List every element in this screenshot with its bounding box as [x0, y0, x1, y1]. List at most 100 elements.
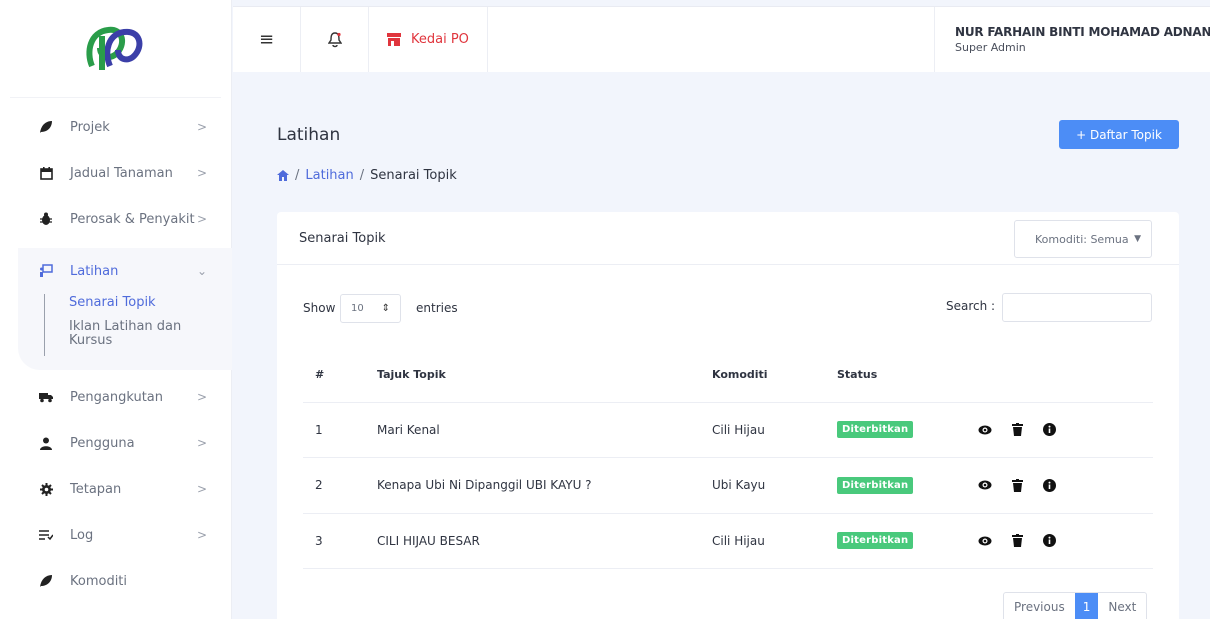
sidebar-item-perosak[interactable]: Perosak & Penyakit >: [0, 196, 232, 242]
sidebar-item-label: Komoditi: [70, 573, 128, 589]
eye-icon[interactable]: [978, 423, 992, 437]
home-icon[interactable]: [277, 170, 289, 181]
app-logo[interactable]: [82, 22, 150, 76]
row-komoditi: Ubi Kayu: [712, 457, 837, 514]
sidebar-item-label: Pengangkutan: [70, 389, 163, 405]
caret-down-icon: ▼: [1134, 234, 1141, 244]
truck-icon: [38, 389, 54, 405]
breadcrumb-separator: /: [295, 168, 300, 183]
chevron-down-icon: ⌄: [197, 264, 208, 278]
pagination-next[interactable]: Next: [1098, 593, 1146, 619]
sidebar-item-log[interactable]: Log >: [0, 512, 232, 558]
table-row: 3 CILI HIJAU BESAR Cili Hijau Diterbitka…: [303, 513, 1153, 569]
info-icon[interactable]: [1042, 423, 1056, 437]
trash-icon[interactable]: [1010, 423, 1024, 437]
topbar: ≡ Kedai PO NUR FARHAIN BINTI MOHAMAD ADN…: [233, 6, 1210, 72]
sidebar-item-jadual-tanaman[interactable]: Jadual Tanaman >: [0, 150, 232, 196]
info-icon[interactable]: [1042, 478, 1056, 492]
chevron-right-icon: >: [197, 166, 208, 180]
logo-container: [10, 0, 221, 98]
sidebar-sublist: Senarai Topik Iklan Latihan dan Kursus: [44, 294, 232, 356]
pagination: Previous 1 Next: [1003, 592, 1148, 619]
chevron-right-icon: >: [197, 390, 208, 404]
log-icon: [38, 527, 54, 543]
topic-table: # Tajuk Topik Komoditi Status 1 Mari Ken…: [303, 347, 1153, 569]
breadcrumb: / Latihan / Senarai Topik: [277, 168, 457, 183]
column-header-no[interactable]: #: [303, 347, 377, 403]
pagination-previous[interactable]: Previous: [1004, 593, 1075, 619]
bell-icon: [327, 31, 342, 47]
sidebar-item-label: Pengguna: [70, 435, 135, 451]
komoditi-filter-value: Komoditi: Semua: [1035, 232, 1129, 246]
sidebar-subitem-senarai-topik[interactable]: Senarai Topik: [69, 294, 232, 318]
sidebar-subitem-iklan-latihan[interactable]: Iklan Latihan dan Kursus: [69, 318, 189, 356]
sidebar-item-pengguna[interactable]: Pengguna >: [0, 420, 232, 466]
trash-icon[interactable]: [1010, 534, 1024, 548]
chevron-right-icon: >: [197, 212, 208, 226]
shop-label: Kedai PO: [411, 32, 469, 47]
row-title: Kenapa Ubi Ni Dipanggil UBI KAYU ?: [377, 457, 712, 514]
user-icon: [38, 435, 54, 451]
sort-updown-icon: ⇕: [381, 303, 390, 314]
eye-icon[interactable]: [978, 534, 992, 548]
search-label: Search :: [946, 299, 996, 313]
info-icon[interactable]: [1042, 534, 1056, 548]
row-title: Mari Kenal: [377, 402, 712, 458]
chevron-right-icon: >: [197, 528, 208, 542]
status-badge: Diterbitkan: [837, 532, 914, 550]
row-number: 3: [303, 513, 377, 569]
table-row: 1 Mari Kenal Cili Hijau Diterbitkan: [303, 402, 1153, 458]
menu-toggle-button[interactable]: ≡: [233, 7, 301, 72]
row-number: 1: [303, 402, 377, 458]
card-title: Senarai Topik: [299, 230, 386, 246]
breadcrumb-separator: /: [359, 168, 365, 183]
column-header-actions: [974, 347, 1153, 403]
card-header: Senarai Topik Komoditi: Semua ▼: [277, 212, 1179, 265]
notification-button[interactable]: [301, 7, 369, 72]
status-badge: Diterbitkan: [837, 421, 914, 439]
search-input[interactable]: [1002, 293, 1152, 322]
leaf-icon: [38, 573, 54, 589]
sidebar-item-label: Tetapan: [70, 481, 122, 497]
row-komoditi: Cili Hijau: [712, 513, 837, 569]
gear-icon: [38, 481, 54, 497]
row-actions: [974, 534, 1153, 548]
sidebar-item-label: Perosak & Penyakit: [70, 211, 195, 227]
sidebar-item-komoditi[interactable]: Komoditi: [0, 558, 232, 604]
add-topic-button[interactable]: + Daftar Topik: [1059, 120, 1179, 149]
page-size-value: 10: [351, 303, 364, 314]
komoditi-filter-select[interactable]: Komoditi: Semua ▼: [1014, 220, 1152, 258]
page-size-select[interactable]: 10 ⇕: [340, 294, 401, 323]
sidebar-item-label: Latihan: [70, 263, 119, 279]
user-name: NUR FARHAIN BINTI MOHAMAD ADNAN: [955, 25, 1210, 39]
presentation-icon: [38, 263, 54, 279]
breadcrumb-current: Senarai Topik: [370, 168, 457, 183]
column-header-status[interactable]: Status: [837, 347, 974, 403]
sidebar-item-label: Log: [70, 527, 94, 543]
leaf-icon: [38, 119, 54, 135]
shop-link[interactable]: Kedai PO: [369, 7, 488, 72]
sidebar-item-projek[interactable]: Projek >: [0, 104, 232, 150]
user-role: Super Admin: [955, 41, 1026, 54]
show-label: Show: [303, 301, 336, 315]
user-menu[interactable]: NUR FARHAIN BINTI MOHAMAD ADNAN Super Ad…: [934, 7, 1210, 72]
chevron-right-icon: >: [197, 436, 208, 450]
row-number: 2: [303, 457, 377, 514]
sidebar-item-latihan[interactable]: Latihan ⌄: [18, 248, 232, 294]
sidebar-item-pengangkutan[interactable]: Pengangkutan >: [0, 374, 232, 420]
sidebar-item-tetapan[interactable]: Tetapan >: [0, 466, 232, 512]
table-header-row: # Tajuk Topik Komoditi Status: [303, 347, 1153, 403]
eye-icon[interactable]: [978, 478, 992, 492]
sidebar: Projek > Jadual Tanaman > Perosak & Peny…: [0, 0, 232, 619]
column-header-komoditi[interactable]: Komoditi: [712, 347, 837, 403]
trash-icon[interactable]: [1010, 478, 1024, 492]
entries-label: entries: [416, 301, 458, 315]
column-header-title[interactable]: Tajuk Topik: [377, 347, 712, 403]
breadcrumb-link-latihan[interactable]: Latihan: [305, 168, 353, 183]
sidebar-group-latihan: Latihan ⌄ Senarai Topik Iklan Latihan da…: [18, 248, 232, 370]
pagination-page[interactable]: 1: [1074, 593, 1099, 619]
row-title: CILI HIJAU BESAR: [377, 513, 712, 569]
calendar-icon: [38, 165, 54, 181]
topic-list-card: Senarai Topik Komoditi: Semua ▼ Show 10 …: [277, 212, 1179, 619]
chevron-right-icon: >: [197, 482, 208, 496]
